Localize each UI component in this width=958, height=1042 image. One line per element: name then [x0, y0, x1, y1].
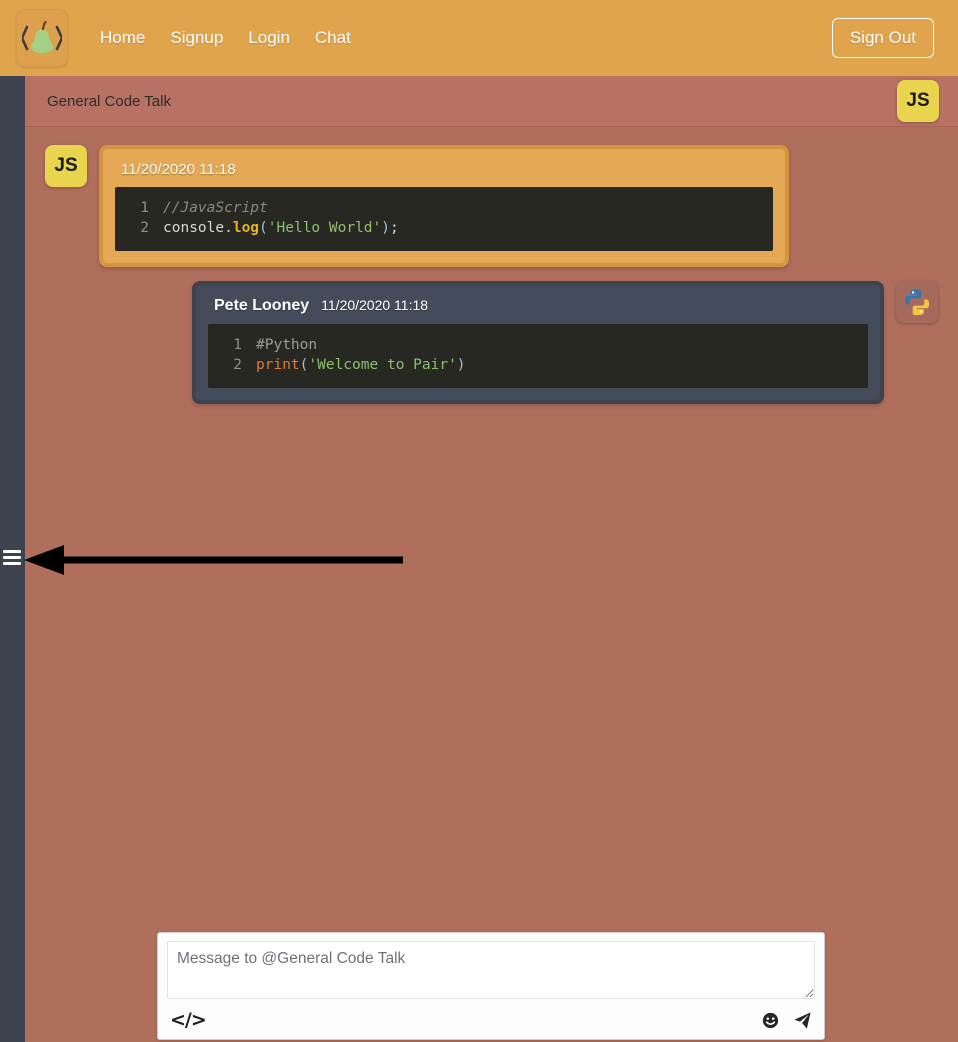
code-token: print: [256, 357, 300, 373]
code-token: (: [299, 357, 309, 373]
hamburger-bar: [3, 556, 21, 559]
code-token: #Python: [256, 337, 318, 353]
message-header: Pete Looney 11/20/2020 11:18: [208, 295, 868, 315]
code-token: .: [224, 220, 233, 236]
code-block-javascript: 1 //JavaScript 2 console . log ( 'Hello …: [115, 187, 773, 251]
line-number: 2: [140, 220, 149, 236]
pear-logo-icon: [22, 20, 62, 53]
message-author: Pete Looney: [214, 297, 310, 314]
send-message-button[interactable]: [793, 1011, 812, 1030]
message-input[interactable]: [167, 941, 815, 999]
code-line: 1 //JavaScript: [115, 198, 773, 218]
nav-link-chat[interactable]: Chat: [315, 28, 351, 48]
code-brackets-icon: </>: [170, 1009, 207, 1031]
hamburger-bar: [3, 550, 21, 553]
emoji-picker-button[interactable]: [762, 1012, 779, 1029]
code-token: ): [381, 220, 391, 236]
code-token: (: [259, 220, 268, 236]
chat-header: General Code Talk JS: [25, 76, 958, 127]
line-number: 1: [140, 200, 149, 216]
code-token: ;: [390, 220, 399, 236]
code-token: console: [163, 220, 225, 236]
code-line: 2 console . log ( 'Hello World' ) ;: [115, 218, 773, 238]
nav-link-signup[interactable]: Signup: [170, 28, 223, 48]
code-token: log: [232, 220, 260, 236]
room-language-label: JS: [906, 90, 930, 111]
message-row-python: Pete Looney 11/20/2020 11:18 1 #Python 2…: [45, 281, 938, 404]
code-token: 'Hello World': [267, 220, 382, 236]
composer-toolbar: </>: [167, 1009, 815, 1033]
top-navbar: Home Signup Login Chat Sign Out: [0, 0, 958, 76]
code-block-python: 1 #Python 2 print ( 'Welcome to Pair' ): [208, 324, 868, 388]
line-number: 2: [233, 357, 242, 373]
message-header: 11/20/2020 11:18: [115, 159, 773, 178]
javascript-avatar: JS: [45, 145, 87, 187]
message-bubble-python: Pete Looney 11/20/2020 11:18 1 #Python 2…: [192, 281, 884, 404]
pear-code-logo[interactable]: [16, 9, 68, 67]
python-logo-icon: [904, 288, 930, 316]
message-row-javascript: JS 11/20/2020 11:18 1 //JavaScript 2 con…: [45, 145, 938, 267]
sign-out-button[interactable]: Sign Out: [831, 18, 934, 58]
code-line: 1 #Python: [208, 335, 868, 355]
hamburger-icon[interactable]: [3, 550, 21, 565]
nav-links: Home Signup Login Chat: [100, 28, 351, 48]
python-avatar: [896, 281, 938, 323]
nav-link-home[interactable]: Home: [100, 28, 145, 48]
code-token: 'Welcome to Pair': [308, 357, 457, 373]
javascript-avatar-label: JS: [54, 155, 78, 176]
message-timestamp: 11/20/2020 11:18: [121, 161, 236, 178]
code-line: 2 print ( 'Welcome to Pair' ): [208, 355, 868, 375]
line-number: 1: [233, 337, 242, 353]
insert-code-button[interactable]: </>: [170, 1009, 207, 1031]
code-token: //JavaScript: [163, 200, 268, 216]
code-token: ): [456, 357, 466, 373]
chat-room-title: General Code Talk: [47, 92, 171, 110]
message-timestamp: 11/20/2020 11:18: [321, 297, 429, 313]
paper-plane-icon: [794, 1011, 811, 1029]
message-composer: </>: [157, 932, 825, 1040]
smiley-icon: [762, 1012, 779, 1028]
hamburger-bar: [3, 562, 21, 565]
message-bubble-javascript: 11/20/2020 11:18 1 //JavaScript 2 consol…: [99, 145, 789, 267]
message-list: JS 11/20/2020 11:18 1 //JavaScript 2 con…: [25, 127, 958, 915]
left-sidebar: [0, 76, 25, 1042]
nav-link-login[interactable]: Login: [248, 28, 290, 48]
room-language-badge: JS: [897, 80, 939, 122]
